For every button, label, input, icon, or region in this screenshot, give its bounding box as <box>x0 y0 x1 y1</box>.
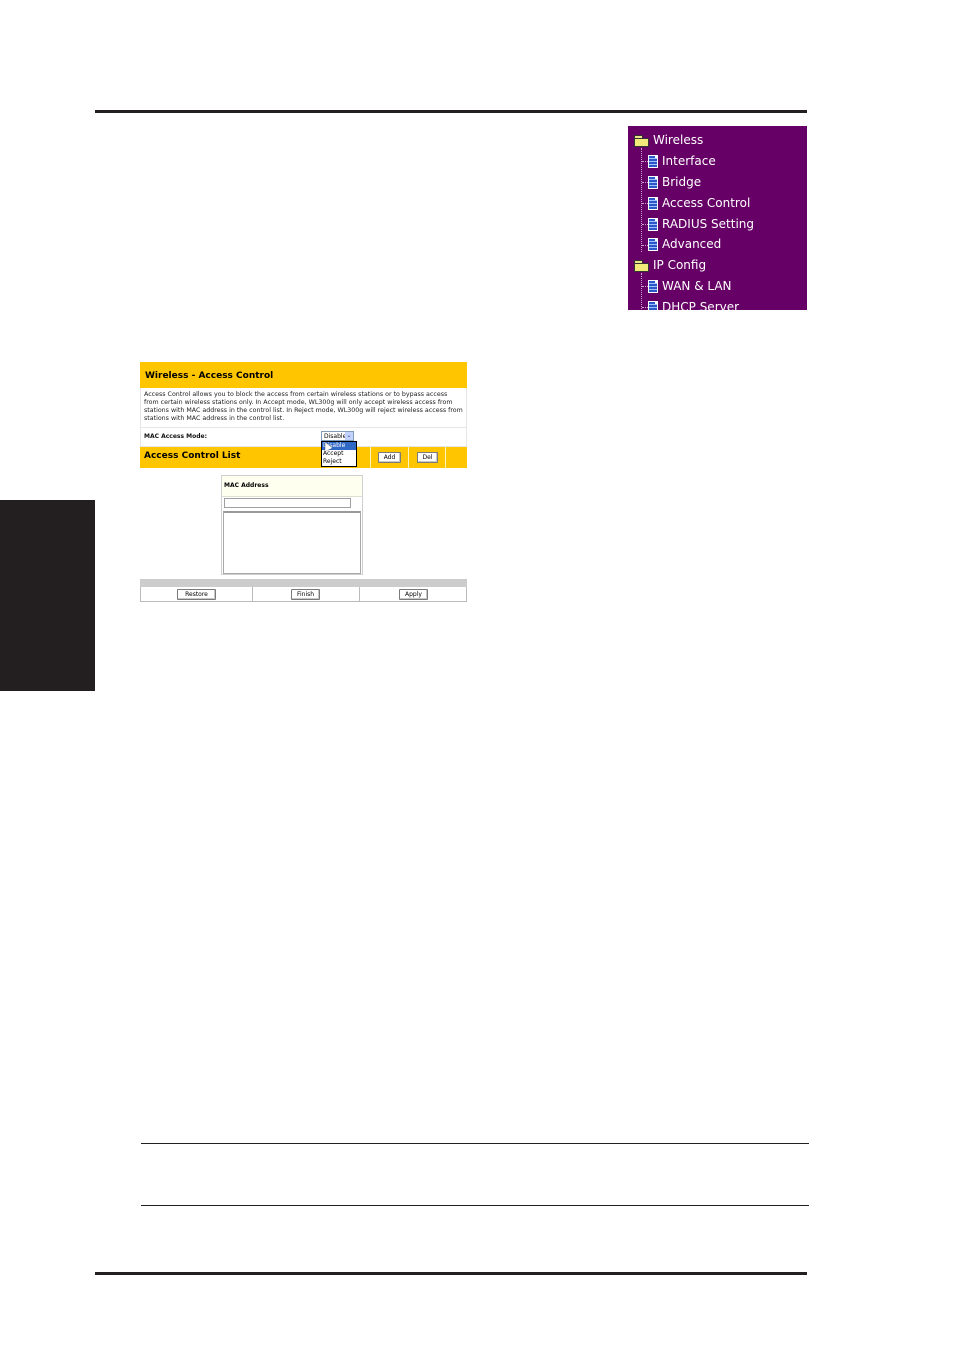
document-icon <box>648 300 658 310</box>
header-rule <box>95 110 807 113</box>
sidebar-item-label: IP Config <box>653 258 707 272</box>
sidebar-item-label: Wireless <box>653 133 704 147</box>
divider <box>408 447 409 468</box>
sidebar-item-wireless[interactable]: Wireless <box>634 130 703 150</box>
divider <box>445 447 446 468</box>
document-icon <box>648 217 658 231</box>
document-icon <box>648 175 658 189</box>
note-rule-bottom <box>141 1205 809 1206</box>
folder-open-icon <box>634 134 649 147</box>
folder-open-icon <box>634 259 649 272</box>
sidebar-item-label: Advanced <box>662 237 722 251</box>
footer-button-row: Restore Finish Apply <box>140 587 467 602</box>
sidebar-item-advanced[interactable]: Advanced <box>648 234 721 254</box>
footer-bar <box>140 579 467 587</box>
footer-rule <box>95 1272 807 1275</box>
select-value: Disable <box>324 433 347 440</box>
tree-line <box>641 148 642 252</box>
mac-access-mode-select[interactable]: Disable ⌄ <box>321 431 354 441</box>
sidebar-item-dhcp-server[interactable]: DHCP Server <box>648 297 739 310</box>
divider <box>359 587 360 601</box>
document-icon <box>648 196 658 210</box>
sidebar-menu: Wireless Interface Bridge Access Control… <box>628 126 807 310</box>
chapter-tab <box>0 500 95 691</box>
delete-button[interactable]: Del <box>417 452 438 463</box>
access-control-panel: Wireless - Access Control Access Control… <box>140 362 467 468</box>
mac-access-mode-row: MAC Access Mode: Disable ⌄ Disable Accep… <box>140 428 467 467</box>
divider <box>370 447 371 468</box>
sidebar-item-label: RADIUS Setting <box>662 217 755 231</box>
note-rule-top <box>141 1143 809 1144</box>
access-control-list-bar: Access Control List Add Del <box>140 447 467 468</box>
divider <box>252 587 253 601</box>
dropdown-option-reject[interactable]: Reject <box>322 458 356 466</box>
sidebar-item-interface[interactable]: Interface <box>648 151 716 171</box>
sidebar-item-wan-lan[interactable]: WAN & LAN <box>648 276 732 296</box>
restore-button[interactable]: Restore <box>177 589 216 600</box>
finish-button[interactable]: Finish <box>291 589 320 600</box>
mac-address-table: MAC Address <box>221 475 363 575</box>
sidebar-item-label: Interface <box>662 154 716 168</box>
sidebar-item-bridge[interactable]: Bridge <box>648 172 701 192</box>
sidebar-item-label: Bridge <box>662 175 702 189</box>
document-icon <box>648 237 658 251</box>
page-title: Wireless - Access Control <box>140 362 467 388</box>
sidebar-item-label: Access Control <box>662 196 751 210</box>
tree-line <box>641 273 642 310</box>
document-icon <box>648 154 658 168</box>
sidebar-item-access-control[interactable]: Access Control <box>648 193 750 213</box>
sidebar-item-ip-config[interactable]: IP Config <box>634 255 706 275</box>
mac-address-input[interactable] <box>224 498 351 508</box>
apply-button[interactable]: Apply <box>399 589 428 600</box>
sidebar-item-label: WAN & LAN <box>662 279 732 293</box>
sidebar-item-radius-setting[interactable]: RADIUS Setting <box>648 214 754 234</box>
mac-access-mode-label: MAC Access Mode: <box>144 433 208 440</box>
access-control-list-title: Access Control List <box>144 451 241 461</box>
add-button[interactable]: Add <box>378 452 401 463</box>
dropdown-option-accept[interactable]: Accept <box>322 450 356 458</box>
mac-address-list[interactable] <box>223 511 361 574</box>
mac-address-header: MAC Address <box>222 476 362 497</box>
sidebar-item-label: DHCP Server <box>662 300 740 310</box>
panel-description: Access Control allows you to block the a… <box>140 388 467 428</box>
document-icon <box>648 279 658 293</box>
chevron-down-icon[interactable]: ⌄ <box>345 432 353 440</box>
